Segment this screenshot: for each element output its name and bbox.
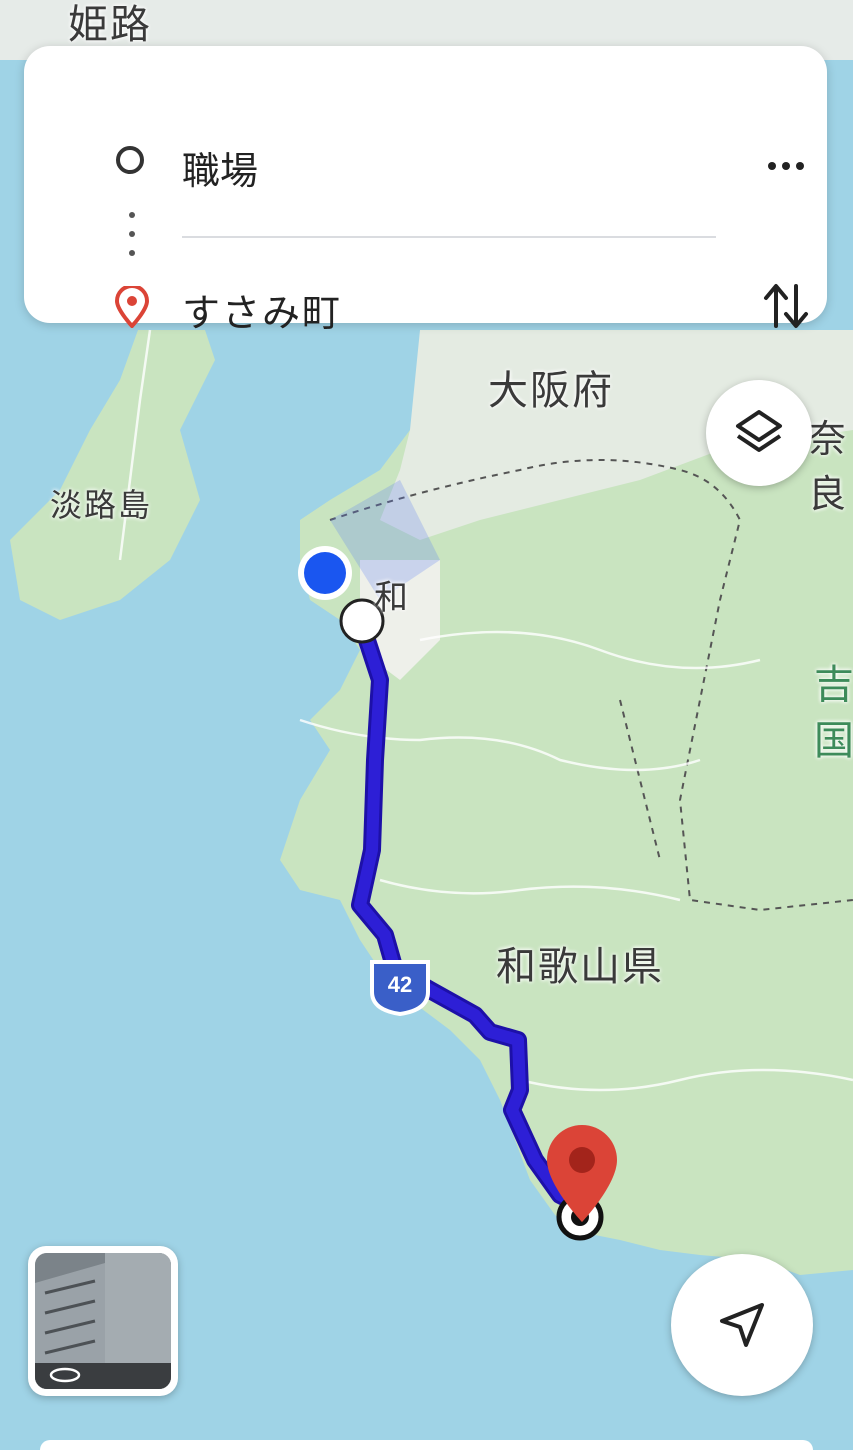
my-location-button[interactable]: [671, 1254, 813, 1396]
navigation-arrow-icon: [720, 1303, 764, 1347]
route-shield-42: 42: [370, 960, 430, 1017]
more-options-button[interactable]: [758, 146, 814, 186]
street-view-image: [35, 1253, 171, 1389]
map-label-yoshino: 吉: [814, 662, 853, 708]
origin-circle-icon: [116, 146, 144, 174]
street-view-thumbnail[interactable]: [28, 1246, 178, 1396]
map-label-himeji: 姫路: [68, 2, 152, 48]
route-dots-icon: [129, 212, 135, 260]
swap-directions-icon[interactable]: [760, 278, 812, 334]
directions-card: 職場 すさみ町: [24, 46, 827, 335]
location-pin-icon: [114, 286, 150, 328]
map-label-osaka: 大阪府: [488, 368, 614, 414]
map-layers-button[interactable]: [706, 380, 812, 486]
destination-field[interactable]: すさみ町: [182, 282, 342, 337]
map-label-awaji: 淡路島: [50, 486, 153, 524]
map-label-kuni: 国: [814, 718, 853, 764]
layers-icon: [736, 410, 782, 452]
map-label-nara: 奈良: [808, 417, 849, 516]
map-label-wakayama: 和歌山県: [496, 944, 664, 990]
route-shield-label: 42: [388, 972, 412, 997]
origin-field[interactable]: 職場: [182, 140, 258, 195]
card-divider: [182, 236, 716, 238]
map-label-wa: 和: [374, 578, 410, 618]
bottom-sheet-edge: [40, 1440, 813, 1450]
